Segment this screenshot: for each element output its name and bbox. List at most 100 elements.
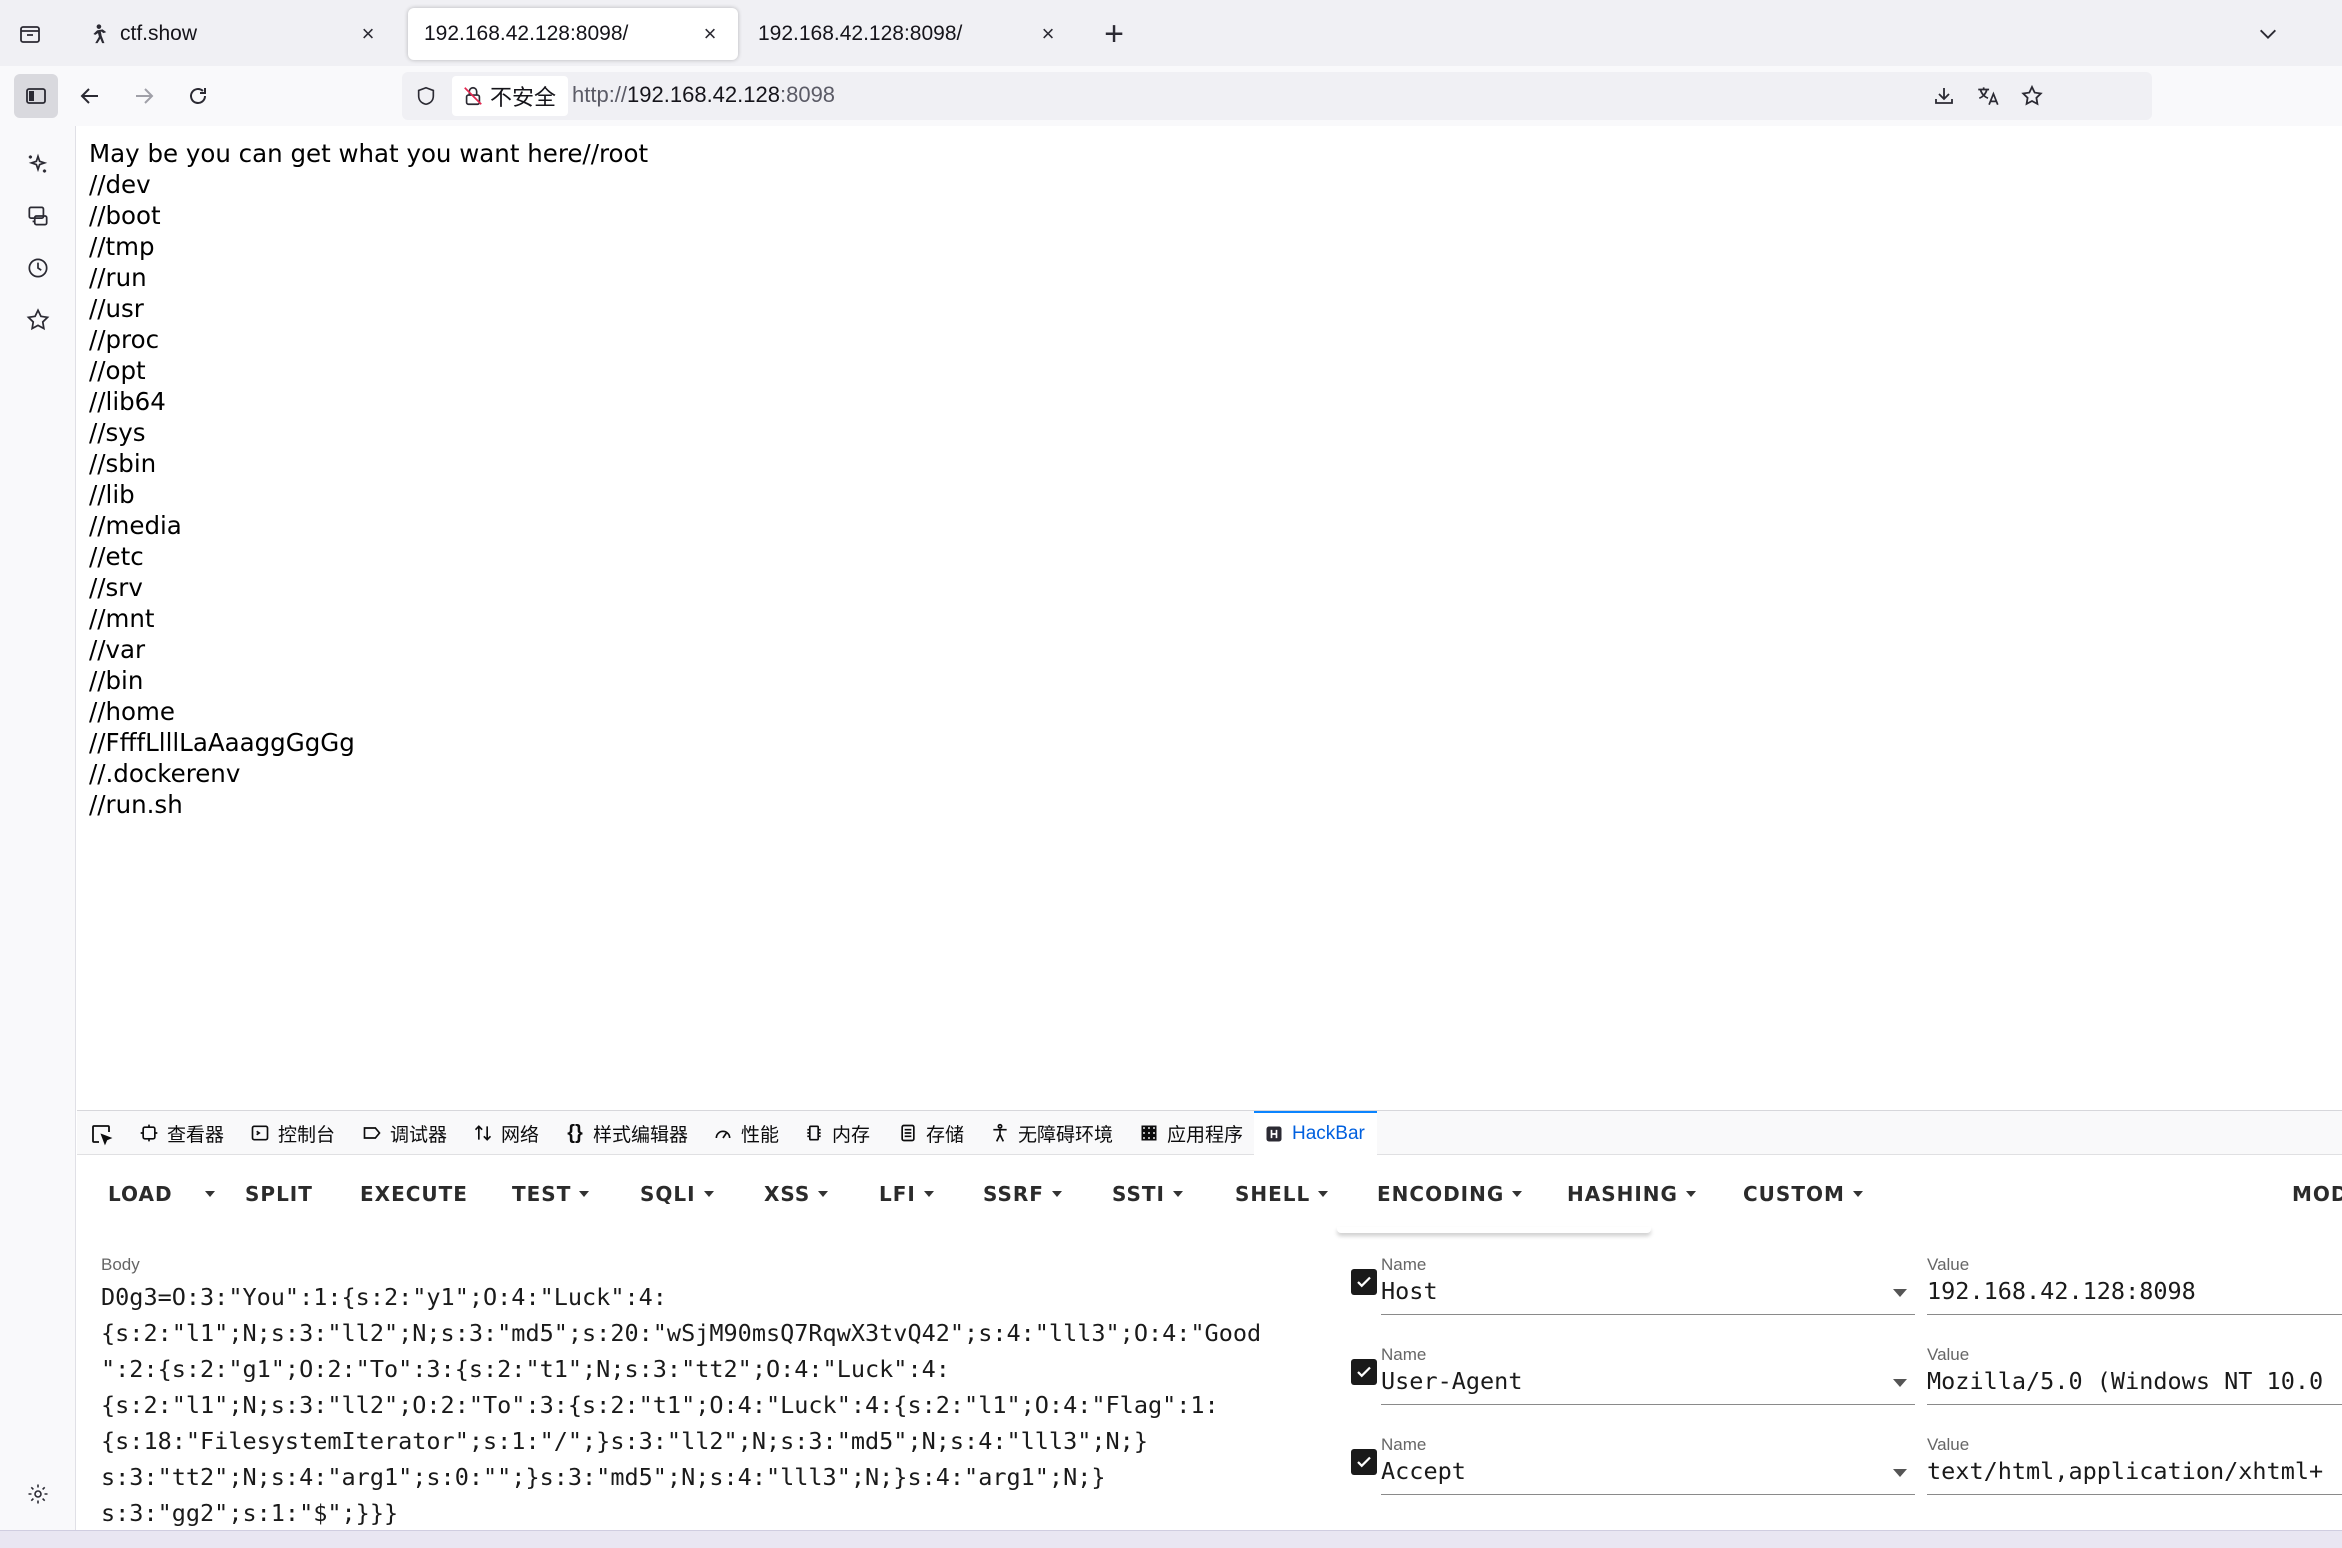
load-label: LOAD xyxy=(108,1182,173,1206)
header-enabled-checkbox[interactable] xyxy=(1351,1269,1377,1295)
header-value-input[interactable]: Mozilla/5.0 (Windows NT 10.0 xyxy=(1927,1367,2342,1405)
caret-down-icon xyxy=(1318,1191,1329,1197)
tab-title: ctf.show xyxy=(120,22,198,45)
tab-third[interactable]: 192.168.42.128:8098/ × xyxy=(742,8,1076,60)
tab-ctfshow[interactable]: ctf.show × xyxy=(70,8,396,60)
header-value-input[interactable]: 192.168.42.128:8098 xyxy=(1927,1277,2342,1315)
execute-button[interactable]: EXECUTE xyxy=(360,1173,468,1215)
devtools-tab-label: 控制台 xyxy=(278,1124,336,1146)
debugger-icon xyxy=(360,1121,384,1145)
mode-menu[interactable]: MOD xyxy=(2292,1173,2342,1215)
application-icon xyxy=(1137,1121,1161,1145)
storage-icon xyxy=(896,1121,920,1145)
listing-line: //FfffLlllLaAaaggGgGg xyxy=(89,728,355,757)
encoding-menu[interactable]: ENCODING xyxy=(1377,1173,1523,1215)
body-textarea[interactable]: D0g3=O:3:"You":1:{s:2:"y1";O:4:"Luck":4:… xyxy=(101,1279,1331,1531)
gear-icon[interactable] xyxy=(20,1476,56,1512)
header-name-select[interactable]: User-Agent xyxy=(1381,1367,1915,1405)
header-value-input[interactable]: text/html,application/xhtml+ xyxy=(1927,1457,2342,1495)
devtools-tab-accessibility[interactable]: 无障碍环境 xyxy=(988,1111,1113,1155)
tab-list-icon[interactable] xyxy=(12,16,48,52)
lfi-label: LFI xyxy=(879,1182,916,1206)
ssrf-menu[interactable]: SSRF xyxy=(983,1173,1062,1215)
bookmarks-star-icon[interactable] xyxy=(18,300,58,340)
header-name-select[interactable]: Host xyxy=(1381,1277,1915,1315)
devtools-tab-console[interactable]: 控制台 xyxy=(248,1111,335,1155)
devtools-panel: 查看器 控制台 调试器 网络 {} 样式编辑器 性能 内存 存储 无障碍环境 应… xyxy=(77,1110,2342,1548)
hashing-menu[interactable]: HASHING xyxy=(1567,1173,1696,1215)
synced-tabs-icon[interactable] xyxy=(18,196,58,236)
devtools-tab-application[interactable]: 应用程序 xyxy=(1137,1111,1243,1155)
devtools-tab-inspector[interactable]: 查看器 xyxy=(137,1111,224,1155)
forward-arrow-icon[interactable] xyxy=(122,74,166,118)
load-button[interactable]: LOAD xyxy=(108,1173,173,1215)
tab-title: 192.168.42.128:8098/ xyxy=(758,22,963,45)
bookmark-star-icon[interactable] xyxy=(2014,80,2050,112)
caret-down-icon xyxy=(1852,1191,1863,1197)
sqli-menu[interactable]: SQLI xyxy=(640,1173,714,1215)
console-icon xyxy=(248,1121,272,1145)
devtools-tab-storage[interactable]: 存储 xyxy=(896,1111,964,1155)
caret-down-icon xyxy=(818,1191,829,1197)
tab-title: 192.168.42.128:8098/ xyxy=(424,22,629,45)
translate-icon[interactable] xyxy=(1970,80,2006,112)
sidebar-toggle-icon[interactable] xyxy=(14,74,58,118)
history-clock-icon[interactable] xyxy=(18,248,58,288)
xss-menu[interactable]: XSS xyxy=(764,1173,829,1215)
devtools-tab-style-editor[interactable]: {} 样式编辑器 xyxy=(563,1111,688,1155)
listing-line: //usr xyxy=(89,294,144,323)
devtools-tab-performance[interactable]: 性能 xyxy=(711,1111,779,1155)
accessibility-icon xyxy=(988,1121,1012,1145)
close-tab-icon[interactable]: × xyxy=(696,20,724,48)
chevron-down-icon[interactable] xyxy=(2248,14,2288,54)
devtools-tab-hackbar[interactable]: HackBar xyxy=(1254,1111,1377,1155)
back-arrow-icon[interactable] xyxy=(68,74,112,118)
devtools-tab-memory[interactable]: 内存 xyxy=(802,1111,870,1155)
devtools-tab-label: HackBar xyxy=(1292,1123,1365,1144)
listing-line: //lib xyxy=(89,480,135,509)
split-button[interactable]: SPLIT xyxy=(245,1173,313,1215)
devtools-tab-label: 存储 xyxy=(926,1124,965,1146)
lfi-menu[interactable]: LFI xyxy=(879,1173,934,1215)
custom-menu[interactable]: CUSTOM xyxy=(1743,1173,1863,1215)
listing-line: //sbin xyxy=(89,449,157,478)
listing-line: //etc xyxy=(89,542,144,571)
caret-down-icon xyxy=(205,1191,215,1197)
tab-active[interactable]: 192.168.42.128:8098/ × xyxy=(408,8,738,60)
listing-line: //home xyxy=(89,697,175,726)
devtools-tab-debugger[interactable]: 调试器 xyxy=(360,1111,447,1155)
close-tab-icon[interactable]: × xyxy=(1034,20,1062,48)
devtools-tab-network[interactable]: 网络 xyxy=(471,1111,539,1155)
os-taskbar xyxy=(0,1530,2342,1548)
url-text[interactable]: http://192.168.42.128:8098 xyxy=(572,82,835,108)
ai-chatbot-icon[interactable] xyxy=(18,144,58,184)
ctfshow-favicon-icon xyxy=(86,22,110,46)
header-enabled-checkbox[interactable] xyxy=(1351,1359,1377,1385)
page-content: May be you can get what you want here//r… xyxy=(77,126,2342,1110)
caret-down-icon xyxy=(923,1191,934,1197)
reload-icon[interactable] xyxy=(176,74,220,118)
header-name-select[interactable]: Accept xyxy=(1381,1457,1915,1495)
listing-line: //boot xyxy=(89,201,161,230)
close-tab-icon[interactable]: × xyxy=(354,20,382,48)
listing-line: //run.sh xyxy=(89,790,183,819)
address-bar[interactable]: 不安全 http://192.168.42.128:8098 xyxy=(402,72,2152,120)
shield-icon[interactable] xyxy=(412,82,440,110)
insecure-connection-badge[interactable]: 不安全 xyxy=(452,76,569,116)
element-picker-icon[interactable] xyxy=(85,1119,117,1149)
new-tab-button[interactable]: + xyxy=(1094,14,1134,54)
save-to-downloads-icon[interactable] xyxy=(1926,80,1962,112)
test-menu[interactable]: TEST xyxy=(512,1173,590,1215)
inspector-icon xyxy=(137,1121,161,1145)
listing-line: //.dockerenv xyxy=(89,759,241,788)
body-line: ":2:{s:2:"g1";O:2:"To":3:{s:2:"t1";N;s:3… xyxy=(101,1355,950,1383)
ssti-menu[interactable]: SSTI xyxy=(1112,1173,1183,1215)
header-enabled-checkbox[interactable] xyxy=(1351,1449,1377,1475)
listing-line: //sys xyxy=(89,418,146,447)
listing-line: //tmp xyxy=(89,232,155,261)
shell-menu[interactable]: SHELL xyxy=(1235,1173,1329,1215)
listing-line: //srv xyxy=(89,573,143,602)
mode-label: MOD xyxy=(2292,1182,2342,1206)
load-options-dropdown[interactable] xyxy=(197,1173,215,1215)
header-name-label: Name xyxy=(1381,1435,1427,1454)
